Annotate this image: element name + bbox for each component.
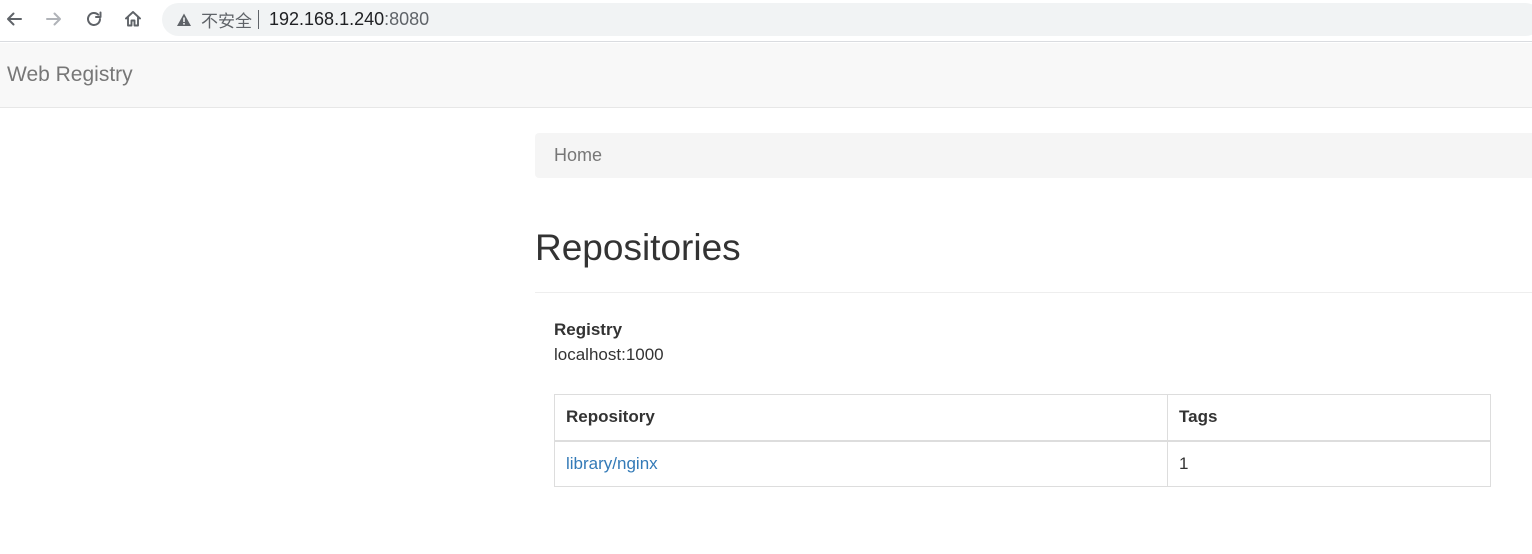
breadcrumb: Home [535, 133, 1532, 178]
url-port: :8080 [384, 9, 430, 29]
reload-icon [87, 11, 102, 26]
omnibox-separator [258, 10, 259, 29]
repository-cell: library/nginx [554, 440, 1168, 487]
arrow-right-icon [46, 12, 61, 26]
reload-button[interactable] [80, 5, 108, 33]
app-navbar: Web Registry [0, 43, 1532, 108]
url-text[interactable]: 192.168.1.240:8080 [269, 9, 429, 30]
repository-link[interactable]: library/nginx [566, 454, 658, 473]
warning-triangle-icon[interactable] [176, 12, 192, 28]
registry-label: Registry [554, 320, 623, 339]
browser-toolbar: 不安全 192.168.1.240:8080 [0, 0, 1532, 42]
security-status-label[interactable]: 不安全 [201, 7, 252, 32]
tags-cell: 1 [1167, 440, 1491, 487]
home-icon [125, 11, 141, 27]
column-header-tags: Tags [1167, 394, 1491, 442]
home-button[interactable] [119, 5, 147, 33]
url-host: 192.168.1.240 [269, 9, 385, 29]
forward-button[interactable] [40, 5, 68, 33]
main-content: Home Repositories Registry localhost:100… [535, 133, 1532, 487]
back-button[interactable] [0, 5, 28, 33]
title-divider [535, 292, 1532, 293]
page-title: Repositories [535, 227, 741, 268]
repositories-table: Repository Tags library/nginx 1 [554, 394, 1491, 487]
column-header-repository: Repository [554, 394, 1168, 442]
table-row: library/nginx 1 [554, 440, 1491, 487]
breadcrumb-item-home: Home [554, 145, 603, 165]
registry-info: Registry localhost:1000 [554, 319, 664, 369]
address-bar[interactable]: 不安全 192.168.1.240:8080 [162, 3, 1532, 36]
table-header-row: Repository Tags [554, 394, 1491, 442]
registry-value: localhost:1000 [554, 345, 664, 364]
brand-link[interactable]: Web Registry [7, 63, 133, 87]
arrow-left-icon [7, 12, 22, 26]
